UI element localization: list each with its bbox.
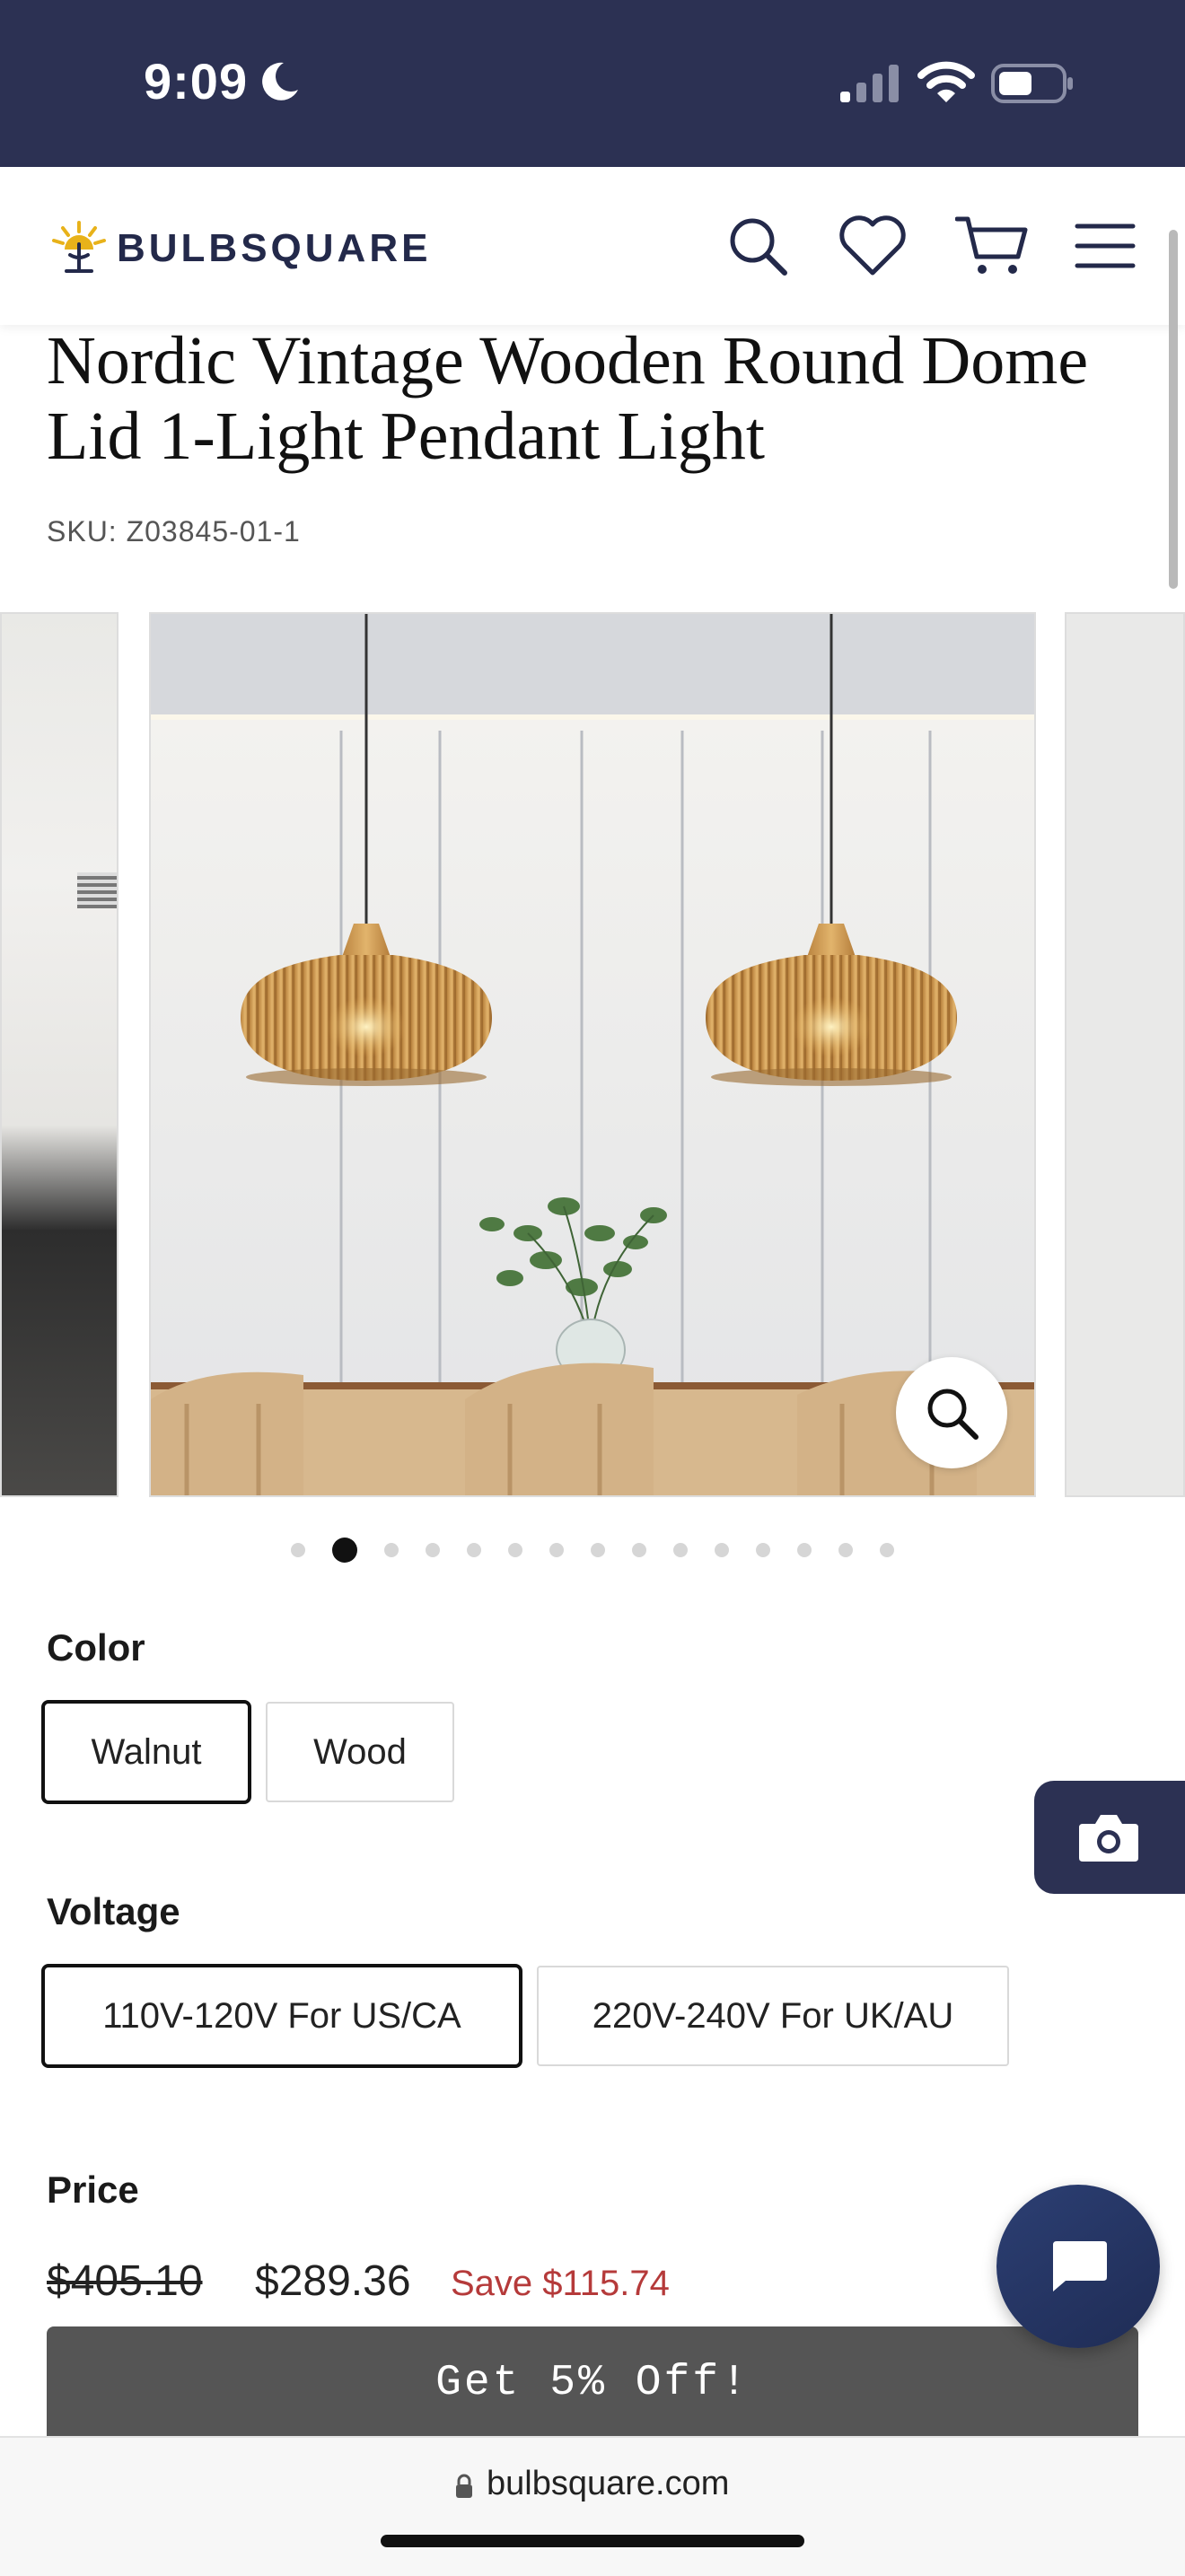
savings-badge: Save $115.74 xyxy=(451,2264,670,2303)
gallery-dot[interactable] xyxy=(467,1543,481,1557)
logo-sun-icon[interactable] xyxy=(50,219,108,276)
gallery-dot[interactable] xyxy=(332,1538,357,1563)
browser-url-bar[interactable] xyxy=(0,2436,1185,2576)
zoom-icon xyxy=(927,1389,979,1440)
lock-icon xyxy=(456,2474,472,2498)
product-sku: SKU: Z03845-01-1 xyxy=(47,515,301,548)
gallery-pagination xyxy=(0,1537,1185,1564)
chat-button[interactable] xyxy=(996,2185,1160,2348)
voltage-option-uk[interactable]: 220V-240V For UK/AU xyxy=(537,1966,1009,2066)
gallery-next-image[interactable] xyxy=(1065,612,1185,1497)
voltage-label: Voltage xyxy=(47,1890,180,1932)
gallery-dot[interactable] xyxy=(549,1543,564,1557)
gallery-dot[interactable] xyxy=(880,1543,894,1557)
original-price: $405.10 xyxy=(47,2257,203,2305)
page-scrollbar[interactable] xyxy=(1169,230,1178,589)
gallery-dot[interactable] xyxy=(426,1543,440,1557)
gallery-dot[interactable] xyxy=(838,1543,853,1557)
browser-url[interactable]: bulbsquare.com xyxy=(487,2465,729,2503)
gallery-dot[interactable] xyxy=(756,1543,770,1557)
visual-search-button[interactable] xyxy=(1034,1781,1185,1894)
gallery-dot[interactable] xyxy=(291,1543,305,1557)
moon-icon xyxy=(262,62,298,101)
pendant-light-photo xyxy=(151,614,1034,1495)
color-option-wood[interactable]: Wood xyxy=(266,1702,454,1802)
cellular-signal-icon xyxy=(840,65,899,102)
cart-icon[interactable] xyxy=(955,214,1029,278)
chat-bubble-icon xyxy=(1053,2241,1107,2291)
heart-icon[interactable] xyxy=(838,215,907,276)
wifi-icon xyxy=(917,61,975,102)
gallery-dot[interactable] xyxy=(508,1543,522,1557)
status-time: 9:09 xyxy=(144,53,249,110)
gallery-dot[interactable] xyxy=(715,1543,729,1557)
voltage-option-us[interactable]: 110V-120V For US/CA xyxy=(41,1964,522,2068)
zoom-button[interactable] xyxy=(896,1357,1007,1468)
gallery-dot[interactable] xyxy=(384,1543,399,1557)
search-icon[interactable] xyxy=(727,215,788,276)
battery-icon xyxy=(991,64,1073,103)
hamburger-menu-icon[interactable] xyxy=(1074,221,1137,271)
discount-button[interactable]: Get 5% Off! xyxy=(47,2326,1138,2440)
camera-icon xyxy=(1079,1815,1138,1862)
gallery-prev-image[interactable] xyxy=(0,612,118,1497)
gallery-dot[interactable] xyxy=(591,1543,605,1557)
color-label: Color xyxy=(47,1626,145,1669)
gallery-dot[interactable] xyxy=(632,1543,646,1557)
gallery-dot[interactable] xyxy=(673,1543,688,1557)
current-price: $289.36 xyxy=(255,2257,411,2305)
home-indicator[interactable] xyxy=(381,2535,804,2547)
color-option-walnut[interactable]: Walnut xyxy=(41,1700,251,1804)
gallery-dot[interactable] xyxy=(797,1543,812,1557)
product-title: Nordic Vintage Wooden Round Dome Lid 1-L… xyxy=(47,323,1089,474)
price-label: Price xyxy=(47,2169,139,2211)
vent-detail xyxy=(77,872,117,908)
gallery-main-image[interactable] xyxy=(149,612,1036,1497)
logo-text[interactable]: BULBSQUARE xyxy=(117,226,431,271)
